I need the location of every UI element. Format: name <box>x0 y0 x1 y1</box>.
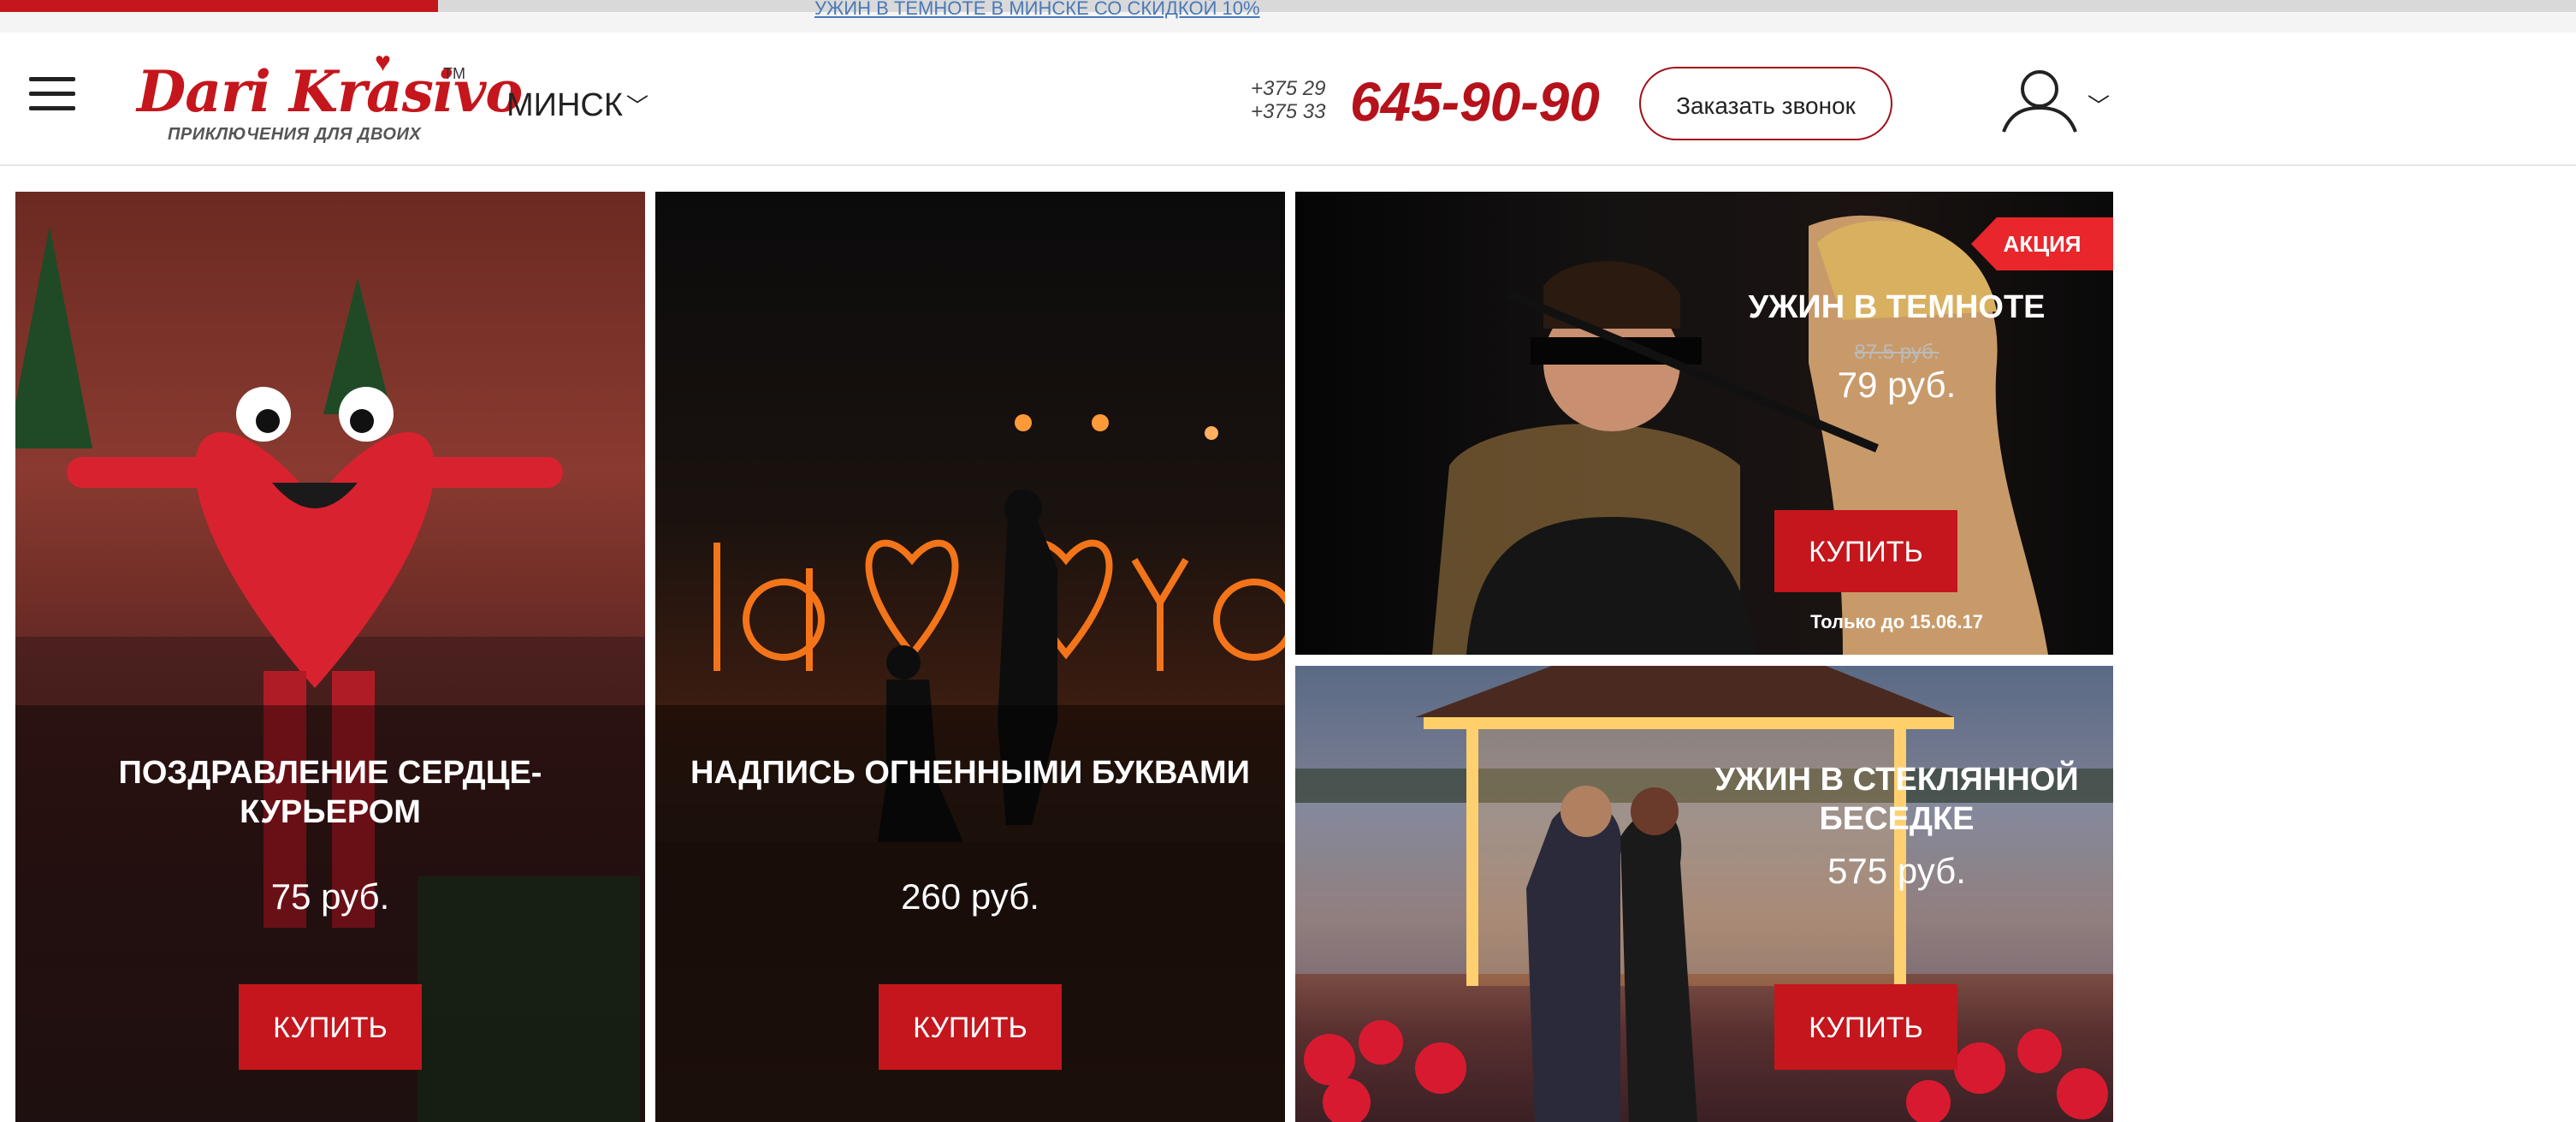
logo-trademark: TM <box>443 65 465 82</box>
product-card[interactable]: УЖИН В СТЕКЛЯННОЙ БЕСЕДКЕ 575 руб. КУПИТ… <box>1295 666 2113 1122</box>
product-price: 75 руб. <box>270 876 390 917</box>
heart-icon: ♥ <box>375 46 391 77</box>
chevron-down-icon: ﹀ <box>2087 93 2111 119</box>
product-card[interactable]: АКЦИЯ УЖИН В ТЕМНОТЕ 87.5 руб. 79 руб. К… <box>1295 192 2113 655</box>
site-header: Dari Krasivo ♥ TM ПРИКЛЮЧЕНИЯ ДЛЯ ДВОИХ … <box>0 33 2576 166</box>
chevron-down-icon: ﹀ <box>626 93 649 119</box>
product-title: ПОЗДРАВЛЕНИЕ СЕРДЦЕ-КУРЬЕРОМ <box>118 755 542 830</box>
product-image <box>1295 666 2113 1122</box>
city-label: МИНСК <box>506 87 623 123</box>
buy-button[interactable]: КУПИТЬ <box>1774 510 1957 592</box>
product-card[interactable]: НАДПИСЬ ОГНЕННЫМИ БУКВАМИ 260 руб. КУПИТ… <box>655 192 1285 1122</box>
buy-button[interactable]: КУПИТЬ <box>879 984 1062 1070</box>
logo[interactable]: Dari Krasivo ♥ TM ПРИКЛЮЧЕНИЯ ДЛЯ ДВОИХ <box>133 46 523 147</box>
phone-code: +375 29 <box>1251 77 1326 100</box>
promo-link[interactable]: УЖИН В ТЕМНОТЕ В МИНСКЕ СО СКИДКОЙ 10% <box>814 0 1260 19</box>
product-price: 260 руб. <box>901 876 1039 917</box>
buy-button[interactable]: КУПИТЬ <box>1774 984 1957 1070</box>
product-title: УЖИН В ТЕМНОТЕ <box>1748 289 2046 325</box>
phone-number[interactable]: 645-90-90 <box>1350 70 1600 134</box>
phone-codes: +375 29 +375 33 <box>1251 77 1325 123</box>
product-old-price: 87.5 руб. <box>1854 341 1939 364</box>
promo-badge: АКЦИЯ <box>1971 217 2113 270</box>
progress-bar-track <box>438 0 2576 12</box>
buy-button[interactable]: КУПИТЬ <box>239 984 422 1070</box>
top-strip: УЖИН В ТЕМНОТЕ В МИНСКЕ СО СКИДКОЙ 10% <box>0 0 2576 33</box>
city-selector[interactable]: МИНСК ﹀ <box>506 87 648 124</box>
hamburger-icon[interactable] <box>29 74 75 113</box>
product-price: 79 руб. <box>1837 365 1957 405</box>
progress-bar-fill <box>0 0 438 12</box>
phone-code: +375 33 <box>1251 100 1326 123</box>
logo-tagline: ПРИКЛЮЧЕНИЯ ДЛЯ ДВОИХ <box>168 125 422 144</box>
product-card[interactable]: ПОЗДРАВЛЕНИЕ СЕРДЦЕ-КУРЬЕРОМ 75 руб. КУП… <box>15 192 645 1122</box>
product-price: 575 руб. <box>1827 851 1966 891</box>
product-title: НАДПИСЬ ОГНЕННЫМИ БУКВАМИ <box>690 755 1250 791</box>
callback-button[interactable]: Заказать звонок <box>1639 67 1892 140</box>
offer-deadline: Только до 15.06.17 <box>1810 611 1983 632</box>
product-title: УЖИН В СТЕКЛЯННОЙ БЕСЕДКЕ <box>1714 762 2079 837</box>
user-menu[interactable]: ﹀ <box>1999 65 2115 134</box>
user-icon <box>2002 70 2077 133</box>
